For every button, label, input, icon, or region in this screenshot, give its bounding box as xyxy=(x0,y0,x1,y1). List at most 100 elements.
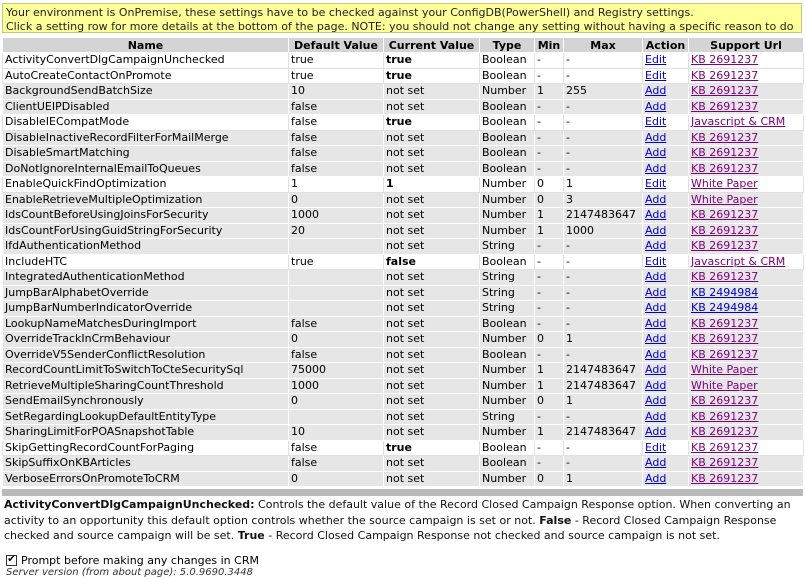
support-url-link[interactable]: KB 2494984 xyxy=(691,301,758,314)
action-link[interactable]: Edit xyxy=(645,255,666,268)
default-value-cell: false xyxy=(288,98,384,115)
setting-row[interactable]: JumpBarNumberIndicatorOverride not set Str… xyxy=(2,300,804,317)
setting-row[interactable]: EnableQuickFindOptimization 1 1 Number 0 1 Edi… xyxy=(2,176,804,193)
setting-row[interactable]: OverrideTrackInCrmBehaviour 0 not set Numbe… xyxy=(2,331,804,348)
action-cell: Add xyxy=(642,238,689,255)
support-url-link[interactable]: KB 2691237 xyxy=(691,100,758,113)
action-link[interactable]: Edit xyxy=(645,53,666,66)
action-link[interactable]: Add xyxy=(645,301,666,314)
column-header-action[interactable]: Action xyxy=(642,37,689,53)
support-url-link[interactable]: KB 2691237 xyxy=(691,162,758,175)
support-url-link[interactable]: Javascript & CRM xyxy=(691,115,785,128)
action-link[interactable]: Edit xyxy=(645,69,666,82)
support-url-link[interactable]: KB 2691237 xyxy=(691,472,758,485)
action-link[interactable]: Add xyxy=(645,208,666,221)
setting-row[interactable]: IdsCountBeforeUsingJoinsForSecurity 1000 n… xyxy=(2,207,804,224)
setting-row[interactable]: DoNotIgnoreInternalEmailToQueues false not… xyxy=(2,160,804,177)
setting-row[interactable]: VerboseErrorsOnPromoteToCRM 0 not set Numbe… xyxy=(2,470,804,487)
action-link[interactable]: Add xyxy=(645,131,666,144)
column-header-type[interactable]: Type xyxy=(479,37,535,53)
support-url-link[interactable]: KB 2691237 xyxy=(691,317,758,330)
column-header-min[interactable]: Min xyxy=(534,37,564,53)
support-url-link[interactable]: KB 2691237 xyxy=(691,224,758,237)
support-url-link[interactable]: KB 2691237 xyxy=(691,332,758,345)
action-cell: Add xyxy=(642,315,689,332)
action-link[interactable]: Add xyxy=(645,410,666,423)
setting-row[interactable]: OverrideV5SenderConflictResolution false n… xyxy=(2,346,804,363)
setting-row[interactable]: LookupNameMatchesDuringImport false not se… xyxy=(2,315,804,332)
setting-row[interactable]: RetrieveMultipleSharingCountThreshold 100… xyxy=(2,377,804,394)
column-header-max[interactable]: Max xyxy=(563,37,643,53)
setting-row[interactable]: AutoCreateContactOnPromote true true Boolea… xyxy=(2,67,804,84)
setting-row[interactable]: JumpBarAlphabetOverride not set String - - Ad… xyxy=(2,284,804,301)
action-link[interactable]: Add xyxy=(645,394,666,407)
support-url-link[interactable]: White Paper xyxy=(691,177,758,190)
support-url-link[interactable]: KB 2691237 xyxy=(691,131,758,144)
setting-row[interactable]: SetRegardingLookupDefaultEntityType not s… xyxy=(2,408,804,425)
action-link[interactable]: Add xyxy=(645,224,666,237)
action-link[interactable]: Add xyxy=(645,146,666,159)
prompt-checkbox[interactable]: ✔ xyxy=(6,554,17,566)
action-link[interactable]: Add xyxy=(645,100,666,113)
name-cell: IdsCountForUsingGuidStringForSecurity xyxy=(2,222,289,239)
action-link[interactable]: Edit xyxy=(645,177,666,190)
support-url-link[interactable]: KB 2691237 xyxy=(691,456,758,469)
column-header-default-value[interactable]: Default Value xyxy=(288,37,384,53)
support-url-link[interactable]: Javascript & CRM xyxy=(691,255,785,268)
action-link[interactable]: Add xyxy=(645,348,666,361)
setting-row[interactable]: RecordCountLimitToSwitchToCteSecuritySql… xyxy=(2,362,804,379)
column-header-current-value[interactable]: Current Value xyxy=(383,37,480,53)
action-link[interactable]: Add xyxy=(645,363,666,376)
action-link[interactable]: Add xyxy=(645,472,666,485)
support-url-link[interactable]: KB 2691237 xyxy=(691,425,758,438)
setting-row[interactable]: IfdAuthenticationMethod not set String - - Ad… xyxy=(2,238,804,255)
setting-row[interactable]: DisableInactiveRecordFilterForMailMerge f… xyxy=(2,129,804,146)
setting-row[interactable]: SkipSuffixOnKBArticles false not set Boolea… xyxy=(2,455,804,472)
action-link[interactable]: Edit xyxy=(645,115,666,128)
action-link[interactable]: Add xyxy=(645,317,666,330)
support-url-link[interactable]: KB 2691237 xyxy=(691,84,758,97)
support-url-link[interactable]: KB 2691237 xyxy=(691,69,758,82)
action-link[interactable]: Add xyxy=(645,425,666,438)
action-link[interactable]: Add xyxy=(645,162,666,175)
support-url-link[interactable]: White Paper xyxy=(691,379,758,392)
support-url-link[interactable]: KB 2691237 xyxy=(691,410,758,423)
support-url-link[interactable]: KB 2691237 xyxy=(691,146,758,159)
action-cell: Edit xyxy=(642,253,689,270)
support-url-link[interactable]: KB 2691237 xyxy=(691,348,758,361)
support-url-link[interactable]: White Paper xyxy=(691,193,758,206)
action-link[interactable]: Add xyxy=(645,270,666,283)
support-url-link[interactable]: KB 2691237 xyxy=(691,441,758,454)
action-link[interactable]: Add xyxy=(645,193,666,206)
action-link[interactable]: Edit xyxy=(645,441,666,454)
action-link[interactable]: Add xyxy=(645,456,666,469)
setting-row[interactable]: BackgroundSendBatchSize 10 not set Number 1 2… xyxy=(2,83,804,100)
setting-row[interactable]: SendEmailSynchronously 0 not set Number 0 1 Ad… xyxy=(2,393,804,410)
setting-row[interactable]: EnableRetrieveMultipleOptimization 0 not s… xyxy=(2,191,804,208)
prompt-before-changes-option[interactable]: ✔ Prompt before making any changes in CR… xyxy=(6,552,259,568)
setting-row[interactable]: SharingLimitForPOASnapshotTable 10 not set… xyxy=(2,424,804,441)
action-link[interactable]: Add xyxy=(645,332,666,345)
action-link[interactable]: Add xyxy=(645,286,666,299)
support-url-link[interactable]: KB 2691237 xyxy=(691,270,758,283)
action-link[interactable]: Add xyxy=(645,379,666,392)
support-url-link[interactable]: KB 2691237 xyxy=(691,239,758,252)
setting-row[interactable]: IncludeHTC true false Boolean - - Edit Javascri… xyxy=(2,253,804,270)
action-link[interactable]: Add xyxy=(645,84,666,97)
support-url-link[interactable]: KB 2494984 xyxy=(691,286,758,299)
support-url-link[interactable]: KB 2691237 xyxy=(691,394,758,407)
setting-row[interactable]: IdsCountForUsingGuidStringForSecurity 20 n… xyxy=(2,222,804,239)
setting-row[interactable]: DisableSmartMatching false not set Boolean -… xyxy=(2,145,804,162)
setting-row[interactable]: IntegratedAuthenticationMethod not set Str… xyxy=(2,269,804,286)
column-header-support-url[interactable]: Support Url xyxy=(688,37,804,53)
support-url-link[interactable]: White Paper xyxy=(691,363,758,376)
support-url-link[interactable]: KB 2691237 xyxy=(691,53,758,66)
prompt-label[interactable]: Prompt before making any changes in CRM xyxy=(21,554,259,567)
setting-row[interactable]: ActivityConvertDlgCampaignUnchecked true t… xyxy=(2,52,804,69)
action-link[interactable]: Add xyxy=(645,239,666,252)
column-header-name[interactable]: Name xyxy=(2,37,289,53)
setting-row[interactable]: DisableIECompatMode false true Boolean - - Edi… xyxy=(2,114,804,131)
setting-row[interactable]: ClientUEIPDisabled false not set Boolean - - A… xyxy=(2,98,804,115)
setting-row[interactable]: SkipGettingRecordCountForPaging false true… xyxy=(2,439,804,456)
support-url-link[interactable]: KB 2691237 xyxy=(691,208,758,221)
